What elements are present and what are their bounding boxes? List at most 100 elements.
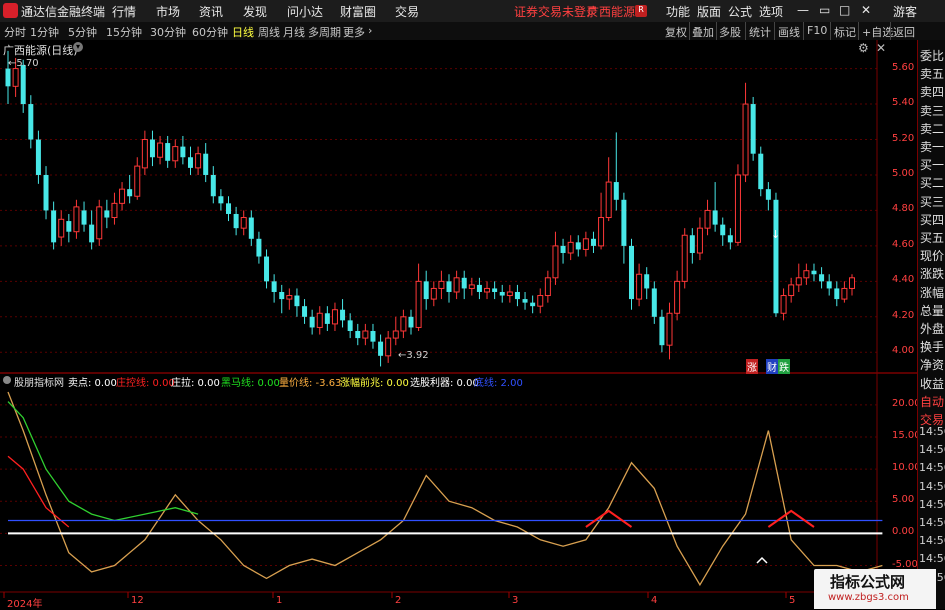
toolbar-overlay-button[interactable]: 叠加	[692, 24, 714, 40]
period-tab-15min[interactable]: 15分钟	[106, 24, 142, 40]
quote-field-label[interactable]: 卖四	[920, 83, 944, 100]
candle-body-down	[765, 189, 771, 200]
quote-field-label[interactable]: 外盘	[920, 320, 944, 337]
quote-field-label[interactable]: 卖三	[920, 102, 944, 119]
candle-body-down	[347, 320, 353, 331]
period-tab-timeshare[interactable]: 分时	[4, 24, 26, 40]
legend-pull: 庄拉: 0.00	[171, 378, 220, 389]
period-toolbar: 分时 1分钟 5分钟 15分钟 30分钟 60分钟 日线 周线 月线 多周期 更…	[0, 22, 945, 41]
toolbar-adjust-button[interactable]: 复权	[665, 24, 687, 40]
toolbar-mark-button[interactable]: 标记	[834, 24, 856, 40]
quote-field-label[interactable]: 买一	[920, 156, 944, 173]
menu-item-ask[interactable]: 问小达	[287, 3, 323, 20]
candle-body-down	[35, 139, 41, 175]
menu-item-wealth[interactable]: 财富圈	[340, 3, 376, 20]
candle-body-down	[621, 199, 627, 246]
candle-body-down	[5, 68, 11, 87]
close-pane-icon[interactable]: ✕	[876, 41, 886, 55]
quote-field-label[interactable]: 买五	[920, 229, 944, 246]
candle-body-down	[499, 291, 505, 296]
chart-title[interactable]: 广西能源(日线)	[3, 42, 78, 58]
quote-field-label[interactable]: 涨跌	[920, 265, 944, 282]
menu-item-layout[interactable]: 版面	[697, 3, 721, 20]
candle-body-down	[408, 316, 414, 328]
menu-item-news[interactable]: 资讯	[199, 3, 223, 20]
quote-field-label[interactable]: 买四	[920, 211, 944, 228]
quote-field-label[interactable]: 换手	[920, 338, 944, 355]
close-icon[interactable]: ✕	[861, 3, 871, 17]
high-price-annotation: ←5.70	[8, 58, 39, 69]
quote-field-label[interactable]: 总量	[920, 302, 944, 319]
quote-field-label[interactable]: 买三	[920, 193, 944, 210]
candle-body-down	[127, 189, 133, 197]
toolbar-f10-button[interactable]: F10	[807, 24, 827, 37]
period-tab-1min[interactable]: 1分钟	[30, 24, 59, 40]
quote-field-label[interactable]: 现价	[920, 247, 944, 264]
candle-body-down	[461, 277, 467, 289]
menu-item-options[interactable]: 选项	[759, 3, 783, 20]
period-tab-30min[interactable]: 30分钟	[150, 24, 186, 40]
fall-marker-badge[interactable]: 跌	[778, 359, 790, 374]
rise-marker-badge[interactable]: 涨	[746, 359, 758, 374]
minimize-icon[interactable]: —	[797, 3, 809, 17]
quote-field-label[interactable]: 净资	[920, 356, 944, 373]
watermark-title: 指标公式网	[830, 573, 906, 591]
toolbar-back-button[interactable]: 返回	[893, 24, 915, 40]
trade-time-label: 14:56	[919, 443, 945, 457]
candle-body-up	[157, 142, 164, 158]
candle-body-down	[104, 210, 110, 218]
quote-field-label[interactable]: 卖一	[920, 138, 944, 155]
toolbar-multistock-button[interactable]: 多股	[719, 24, 741, 40]
candle-body-up	[681, 234, 688, 282]
candle-body-up	[316, 312, 323, 328]
menu-item-market[interactable]: 市场	[156, 3, 180, 20]
indicator-tick-label: 5.00	[892, 494, 915, 506]
menu-item-trade[interactable]: 交易	[395, 3, 419, 20]
candle-body-up	[598, 217, 605, 247]
x-axis-label: 12	[131, 595, 144, 606]
quote-field-label[interactable]: 收益	[920, 375, 944, 392]
candle-body-up	[12, 68, 19, 87]
candle-body-down	[180, 146, 186, 158]
candle-body-up	[96, 206, 103, 240]
stock-name: 广西能源	[587, 5, 636, 19]
period-tab-multi[interactable]: 多周期	[308, 24, 341, 40]
quote-field-label[interactable]: 卖二	[920, 120, 944, 137]
quote-field-label[interactable]: 委比	[920, 47, 944, 64]
quote-field-label[interactable]: 涨幅	[920, 284, 944, 301]
kline-chart[interactable]: ↓	[0, 40, 917, 609]
period-tab-more[interactable]: 更多	[343, 24, 365, 40]
candle-body-up	[58, 218, 65, 238]
indicator-name[interactable]: 股朋指标网	[14, 374, 64, 389]
guest-label[interactable]: 游客	[893, 3, 917, 20]
dropdown-circle-icon[interactable]: ▾	[73, 42, 83, 52]
period-tab-5min[interactable]: 5分钟	[68, 24, 97, 40]
period-tab-60min[interactable]: 60分钟	[192, 24, 228, 40]
login-status[interactable]: 证券交易未登录	[514, 3, 598, 20]
toolbar-add-watchlist-button[interactable]: +自选	[862, 24, 893, 40]
period-tab-daily[interactable]: 日线	[232, 24, 254, 40]
quote-field-label[interactable]: 卖五	[920, 65, 944, 82]
restore-icon[interactable]: ▭	[819, 3, 830, 17]
candle-body-down	[476, 284, 482, 292]
toolbar-stats-button[interactable]: 统计	[749, 24, 771, 40]
candle-body-down	[324, 313, 330, 324]
menu-item-function[interactable]: 功能	[666, 3, 690, 20]
quote-field-label[interactable]: 买二	[920, 174, 944, 191]
legend-dark-horse: 黑马线: 0.00	[221, 378, 280, 389]
price-tick-label: 4.20	[892, 309, 915, 321]
menu-item-discover[interactable]: 发现	[243, 3, 267, 20]
period-tab-weekly[interactable]: 周线	[258, 24, 280, 40]
menu-item-formula[interactable]: 公式	[728, 3, 752, 20]
candle-body-up	[141, 139, 148, 169]
period-tab-monthly[interactable]: 月线	[283, 24, 305, 40]
menu-item-quotes[interactable]: 行情	[112, 3, 136, 20]
candle-body-down	[279, 291, 285, 300]
toolbar-draw-button[interactable]: 画线	[778, 24, 800, 40]
settings-icon[interactable]: ⚙	[858, 41, 869, 55]
chevron-right-icon[interactable]: ›	[368, 24, 372, 37]
quote-field-label[interactable]: 自动	[920, 393, 944, 410]
finance-marker-badge[interactable]: 财	[766, 359, 778, 374]
maximize-icon[interactable]: □	[839, 3, 850, 17]
indicator-dropdown-icon[interactable]	[3, 376, 11, 384]
